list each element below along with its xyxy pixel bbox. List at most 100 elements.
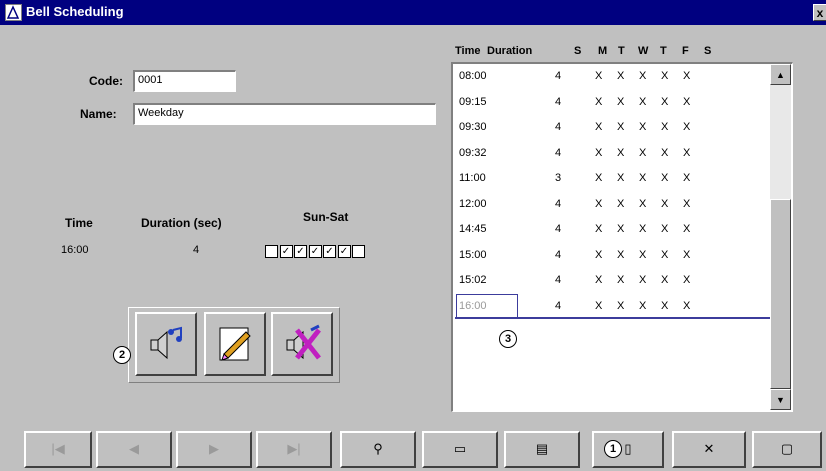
col-header-day: W — [638, 45, 649, 57]
table-row[interactable]: 09:15 4 X X X X X — [455, 90, 773, 115]
col-header-time: Time — [455, 45, 481, 57]
row-day-mark: X — [639, 299, 647, 312]
last-record-button[interactable]: ▶| — [256, 431, 332, 468]
col-header-day: T — [618, 45, 625, 57]
row-day-mark: X — [617, 70, 625, 82]
speaker-x-icon — [286, 324, 321, 360]
row-duration: 4 — [555, 223, 562, 235]
duration-value: 4 — [193, 244, 200, 256]
row-day-mark: X — [639, 70, 647, 82]
row-day-mark: X — [661, 197, 669, 210]
row-day-mark: X — [639, 197, 647, 210]
row-day-mark: X — [617, 121, 625, 133]
app-icon — [5, 4, 22, 21]
row-day-mark: X — [595, 274, 603, 286]
table-row[interactable]: 14:45 4 X X X X X — [455, 217, 773, 242]
row-day-mark: X — [595, 299, 603, 312]
table-row[interactable]: 09:32 4 X X X X X — [455, 141, 773, 166]
row-day-mark: X — [683, 197, 691, 210]
scroll-thumb[interactable] — [770, 199, 791, 389]
table-row[interactable]: 15:00 4 X X X X X — [455, 243, 773, 268]
table-row[interactable]: 12:00 4 X X X X X — [455, 192, 773, 217]
row-time: 09:32 — [459, 146, 487, 159]
row-day-mark: X — [595, 248, 603, 261]
speaker-music-icon — [150, 326, 182, 360]
bell-scheduling-window: Bell Scheduling x Code: 0001 Name: Weekd… — [0, 0, 826, 471]
row-day-mark: X — [617, 95, 625, 108]
row-day-mark: X — [617, 274, 625, 286]
time-header: Time — [65, 216, 93, 230]
prev-record-button[interactable]: ◀ — [96, 431, 172, 468]
mute-bell-button[interactable] — [271, 312, 333, 376]
day-checkbox[interactable]: ✓ — [308, 245, 322, 258]
day-checkbox[interactable]: ✓ — [279, 245, 293, 258]
row-day-mark: X — [595, 70, 603, 82]
row-day-mark: X — [661, 274, 669, 286]
table-row[interactable]: 08:00 4 X X X X X — [455, 64, 773, 89]
col-header-day: T — [660, 45, 667, 57]
row-day-mark: X — [595, 121, 603, 133]
col-header-day: S — [704, 45, 712, 57]
row-day-mark: X — [661, 146, 669, 159]
row-day-mark: X — [617, 223, 625, 235]
row-duration: 4 — [555, 274, 562, 286]
next-record-button[interactable]: ▶ — [176, 431, 252, 468]
day-checkbox[interactable]: ✓ — [337, 245, 351, 258]
row-duration: 4 — [555, 248, 562, 261]
day-checkbox[interactable]: ✓ — [323, 245, 336, 258]
row-day-mark: X — [595, 197, 603, 210]
name-field[interactable]: Weekday — [133, 103, 436, 125]
list-scrollbar[interactable]: ▲ ▼ — [770, 64, 791, 410]
table-row[interactable]: 11:00 3 X X X X X — [455, 166, 773, 191]
row-day-mark: X — [595, 95, 603, 108]
new-record-button[interactable]: ▯ — [592, 431, 664, 468]
close-button[interactable]: x — [813, 4, 826, 21]
day-checkbox[interactable]: ✓ — [294, 245, 307, 258]
row-time: 09:30 — [459, 121, 487, 133]
row-time: 11:00 — [459, 172, 486, 184]
day-checkbox[interactable] — [352, 245, 365, 258]
day-checkbox[interactable] — [265, 245, 278, 258]
edit-bell-button[interactable] — [204, 312, 266, 376]
row-day-mark: X — [595, 223, 603, 235]
scroll-up-button[interactable]: ▲ — [770, 64, 791, 85]
row-day-mark: X — [639, 223, 647, 235]
row-day-mark: X — [595, 172, 603, 184]
play-bell-button[interactable] — [135, 312, 197, 376]
row-day-mark: X — [683, 121, 691, 133]
callout-3: 3 — [499, 330, 517, 348]
name-label: Name: — [80, 107, 117, 121]
row-duration: 4 — [555, 121, 562, 133]
print-button[interactable]: ▤ — [504, 431, 580, 468]
row-time: 09:15 — [459, 95, 487, 108]
table-row[interactable]: 09:30 4 X X X X X — [455, 115, 773, 140]
table-row[interactable]: 16:00 4 X X X X X — [455, 293, 773, 319]
row-day-mark: X — [661, 223, 669, 235]
row-day-mark: X — [661, 299, 669, 312]
edit-pencil-icon — [219, 327, 251, 361]
row-time: 15:00 — [459, 248, 487, 261]
schedule-list[interactable]: 08:00 4 X X X X X 09:15 4 X X X X X 09:30 4 X X X X X 09:32 4 X… — [451, 62, 793, 412]
window-title: Bell Scheduling — [26, 4, 124, 19]
find-button[interactable]: ⚲ — [340, 431, 416, 468]
row-day-mark: X — [683, 248, 691, 261]
scroll-down-button[interactable]: ▼ — [770, 389, 791, 410]
row-day-mark: X — [595, 146, 603, 159]
delete-record-button[interactable]: ✕ — [672, 431, 746, 468]
col-header-day: F — [682, 45, 689, 57]
row-day-mark: X — [661, 70, 669, 82]
title-bar: Bell Scheduling x — [0, 0, 826, 25]
callout-2: 2 — [113, 346, 131, 364]
row-day-mark: X — [617, 197, 625, 210]
col-header-day: S — [574, 45, 582, 57]
row-time: 14:45 — [459, 223, 487, 235]
code-field[interactable]: 0001 — [133, 70, 236, 92]
duration-header: Duration (sec) — [141, 216, 222, 230]
row-day-mark: X — [683, 299, 691, 312]
list-button[interactable]: ▭ — [422, 431, 498, 468]
open-button[interactable]: ▢ — [752, 431, 822, 468]
first-record-button[interactable]: |◀ — [24, 431, 92, 468]
row-time: 15:02 — [459, 274, 487, 286]
table-row[interactable]: 15:02 4 X X X X X — [455, 268, 773, 293]
row-duration: 4 — [555, 146, 562, 159]
